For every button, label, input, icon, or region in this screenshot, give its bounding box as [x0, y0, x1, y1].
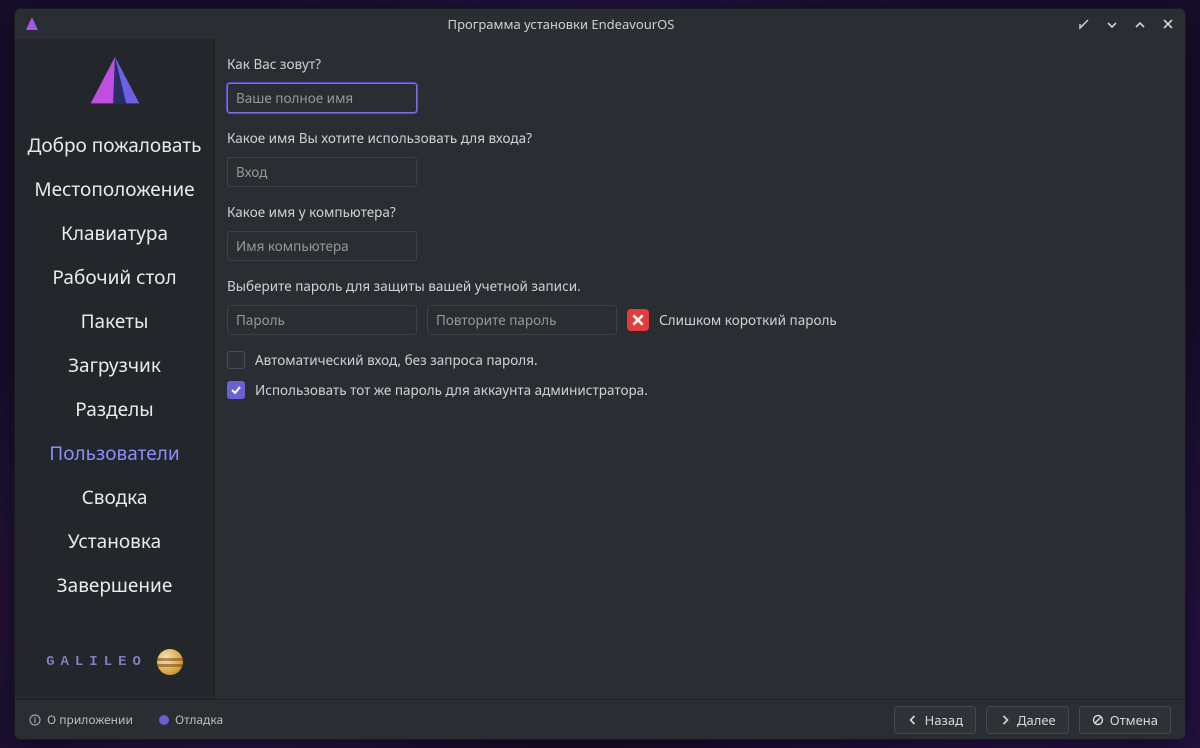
window-title: Программа установки EndeavourOS	[47, 15, 1075, 33]
step-desktop[interactable]: Рабочий стол	[15, 255, 214, 299]
reuse-admin-password-label: Использовать тот же пароль для аккаунта …	[255, 381, 648, 399]
password-input[interactable]	[227, 305, 417, 335]
fullname-label: Как Вас зовут?	[227, 55, 1165, 73]
password-repeat-input[interactable]	[427, 305, 617, 335]
hostname-label: Какое имя у компьютера?	[227, 203, 1165, 221]
step-install[interactable]: Установка	[15, 519, 214, 563]
debug-link[interactable]: Отладка	[159, 711, 223, 728]
step-finish[interactable]: Завершение	[15, 563, 214, 607]
dot-icon	[159, 715, 169, 725]
step-bootloader[interactable]: Загрузчик	[15, 343, 214, 387]
step-location[interactable]: Местоположение	[15, 167, 214, 211]
step-partitions[interactable]: Разделы	[15, 387, 214, 431]
back-button[interactable]: Назад	[894, 706, 976, 734]
step-list: Добро пожаловать Местоположение Клавиату…	[15, 119, 214, 607]
minimize-button[interactable]	[1103, 15, 1121, 33]
hostname-input[interactable]	[227, 231, 417, 261]
error-icon	[627, 309, 649, 331]
sidebar: Добро пожаловать Местоположение Клавиату…	[15, 39, 215, 699]
login-label: Какое имя Вы хотите использовать для вхо…	[227, 129, 1165, 147]
close-button[interactable]	[1159, 15, 1177, 33]
chevron-right-icon	[999, 714, 1011, 726]
app-icon	[23, 15, 41, 33]
chevron-left-icon	[907, 714, 919, 726]
step-users[interactable]: Пользователи	[15, 431, 214, 475]
cancel-button[interactable]: Отмена	[1079, 706, 1171, 734]
step-summary[interactable]: Сводка	[15, 475, 214, 519]
login-input[interactable]	[227, 157, 417, 187]
password-error-text: Слишком короткий пароль	[659, 311, 837, 329]
autologin-checkbox[interactable]	[227, 351, 245, 369]
next-button[interactable]: Далее	[986, 706, 1069, 734]
about-link[interactable]: О приложении	[29, 711, 133, 728]
users-page: Как Вас зовут? Какое имя Вы хотите испол…	[215, 39, 1185, 699]
autologin-label: Автоматический вход, без запроса пароля.	[255, 351, 538, 369]
password-label: Выберите пароль для защиты вашей учетной…	[227, 277, 1165, 295]
step-welcome[interactable]: Добро пожаловать	[15, 123, 214, 167]
maximize-button[interactable]	[1131, 15, 1149, 33]
info-icon	[29, 714, 41, 726]
fullname-input[interactable]	[227, 83, 417, 113]
planet-icon	[157, 649, 183, 675]
installer-window: Программа установки EndeavourOS	[14, 8, 1186, 740]
cancel-icon	[1092, 714, 1104, 726]
footer-bar: О приложении Отладка Назад Далее Отмена	[15, 699, 1185, 739]
minimize-icon[interactable]	[1075, 15, 1093, 33]
step-packages[interactable]: Пакеты	[15, 299, 214, 343]
step-keyboard[interactable]: Клавиатура	[15, 211, 214, 255]
titlebar: Программа установки EndeavourOS	[15, 9, 1185, 39]
release-branding: GALILEO	[15, 649, 214, 699]
distro-logo	[15, 39, 214, 119]
reuse-admin-password-checkbox[interactable]	[227, 381, 245, 399]
release-name: GALILEO	[46, 654, 147, 670]
